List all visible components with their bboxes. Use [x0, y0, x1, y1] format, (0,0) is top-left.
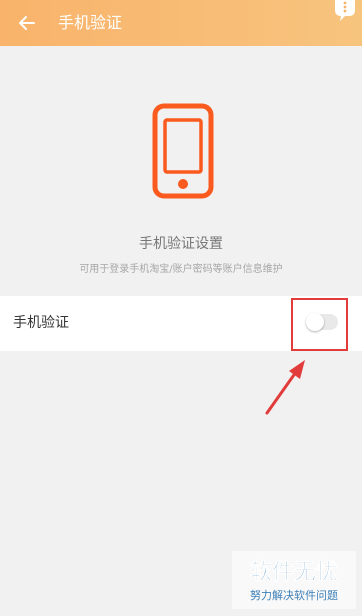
smartphone-icon: [152, 103, 214, 199]
more-button[interactable]: [331, 0, 359, 28]
back-button[interactable]: [12, 8, 42, 38]
arrow-left-icon: [19, 16, 35, 30]
more-icon: [335, 0, 355, 21]
phone-verification-screen: 手机验证 手机验证设置 可用于登录手机淘宝/账户密码等账户信息维护 手机验证 软…: [0, 0, 362, 616]
red-arrow-icon: [265, 360, 305, 415]
top-bar: 手机验证: [0, 0, 362, 46]
setting-label: 手机验证: [13, 315, 69, 331]
svg-text:软件无忧: 软件无忧: [250, 559, 338, 584]
svg-text:努力解决软件问题: 努力解决软件问题: [250, 588, 338, 602]
section-description: 可用于登录手机淘宝/账户密码等账户信息维护: [79, 264, 283, 275]
section-heading: 手机验证设置: [139, 236, 223, 252]
page-title: 手机验证: [58, 13, 123, 32]
watermark-logo: 软件无忧 努力解决软件问题: [232, 551, 356, 609]
highlight-box: [291, 298, 348, 351]
